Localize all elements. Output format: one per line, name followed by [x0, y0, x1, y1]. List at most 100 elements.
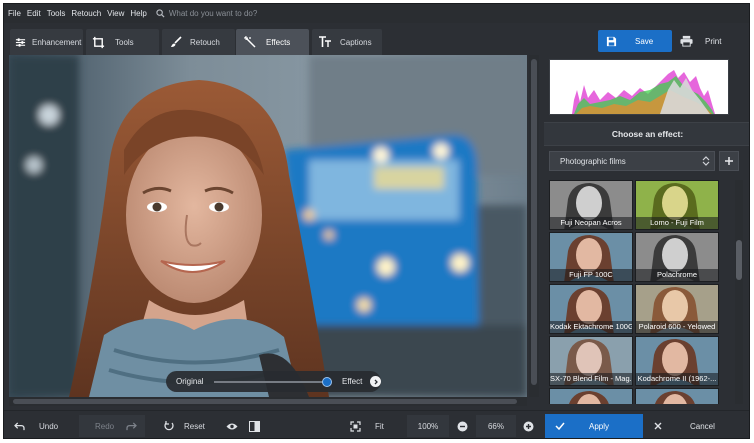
printer-icon: [680, 35, 693, 47]
scrollbar-thumb[interactable]: [531, 59, 537, 385]
check-icon: [555, 422, 565, 430]
effect-thumbnail[interactable]: Lomo - Fuji Film: [635, 180, 719, 230]
add-effect-button[interactable]: [719, 151, 739, 171]
reset-label: Reset: [184, 421, 205, 431]
effect-preview-image: [636, 389, 718, 404]
magic-wand-icon: [244, 36, 256, 48]
tab-captions[interactable]: Captions: [312, 29, 382, 55]
compare-slider-track[interactable]: [213, 376, 333, 387]
menu-bar: File Edit Tools Retouch View Help What d…: [4, 4, 749, 23]
text-icon: [319, 36, 331, 47]
tab-label: Tools: [115, 37, 134, 47]
effect-thumbnail[interactable]: Fuji Neopan Acros: [549, 180, 633, 230]
scrollbar-thumb[interactable]: [736, 240, 742, 280]
portrait-photo: [9, 55, 527, 397]
plus-icon: [725, 157, 733, 165]
zoom-value-label: 66%: [487, 421, 504, 431]
search-icon: [156, 9, 165, 18]
canvas-vertical-scrollbar[interactable]: [529, 55, 539, 397]
canvas-horizontal-scrollbar[interactable]: [9, 397, 527, 406]
fit-button[interactable]: Fit: [346, 415, 404, 437]
preview-toggle-button[interactable]: [226, 415, 242, 437]
zoom-value[interactable]: 66%: [476, 415, 516, 437]
original-label: Original: [176, 377, 204, 386]
menu-edit[interactable]: Edit: [27, 9, 41, 18]
search-placeholder[interactable]: What do you want to do?: [169, 9, 258, 18]
crop-icon: [92, 36, 105, 48]
effect-thumbnail-label: Kodachrome II (1962-...: [636, 373, 718, 385]
menu-tools[interactable]: Tools: [47, 9, 66, 18]
tab-retouch[interactable]: Retouch: [162, 29, 235, 55]
tab-effects[interactable]: Effects: [236, 29, 309, 55]
close-icon: [654, 422, 662, 430]
apply-button[interactable]: Apply: [545, 414, 643, 438]
eye-icon: [226, 423, 238, 429]
effect-thumbnail[interactable]: [635, 388, 719, 404]
effects-panel-title: Choose an effect:: [544, 122, 749, 146]
bottom-toolbar: Undo Redo Reset Fit 100% 66% Apply Cance…: [4, 410, 749, 438]
app-window: File Edit Tools Retouch View Help What d…: [3, 3, 750, 439]
zoom-100-button[interactable]: 100%: [407, 415, 449, 437]
reset-icon: [164, 421, 174, 431]
save-button[interactable]: Save: [598, 30, 672, 52]
effect-thumbnail-label: Kodak Ektachrome 100G: [550, 321, 632, 333]
compare-view-button[interactable]: [249, 415, 265, 437]
effects-scrollbar[interactable]: [735, 180, 743, 404]
tab-label: Effects: [266, 37, 291, 47]
fit-label: Fit: [375, 421, 384, 431]
scrollbar-thumb[interactable]: [13, 399, 517, 404]
effect-thumbnail[interactable]: Kodachrome II (1962-...: [635, 336, 719, 386]
redo-button[interactable]: Redo: [79, 415, 145, 437]
tab-enhancement[interactable]: Enhancement: [10, 29, 83, 55]
cancel-button[interactable]: Cancel: [646, 414, 746, 438]
zoom-in-button[interactable]: [520, 415, 536, 437]
effect-category-value: Photographic films: [560, 156, 626, 166]
effect-thumbnail[interactable]: Fuji FP 100C: [549, 232, 633, 282]
cancel-label: Cancel: [690, 421, 715, 431]
redo-label: Redo: [95, 421, 115, 431]
effect-thumbnail-label: Fuji Neopan Acros: [550, 217, 632, 229]
effect-thumbnail[interactable]: Polachrome: [635, 232, 719, 282]
menu-retouch[interactable]: Retouch: [71, 9, 101, 18]
compare-slider-bar: Original Effect: [166, 371, 381, 392]
save-label: Save: [635, 36, 654, 46]
brush-icon: [171, 36, 182, 47]
print-label: Print: [705, 36, 722, 46]
menu-help[interactable]: Help: [130, 9, 146, 18]
main-toolbar: Enhancement Tools Retouch Effects Captio…: [4, 26, 749, 55]
effect-thumbnails-grid: Fuji Neopan Acros Lomo - Fuji Film Fuji FP…: [549, 180, 735, 404]
effect-thumbnail-label: Polachrome: [636, 269, 718, 281]
effect-label: Effect: [342, 377, 363, 386]
floppy-disk-icon: [606, 36, 617, 46]
effect-thumbnail-label: Fuji FP 100C: [550, 269, 632, 281]
tab-label: Enhancement: [32, 37, 82, 47]
effect-thumbnail[interactable]: Polaroid 600 - Yelowed: [635, 284, 719, 334]
undo-icon: [14, 421, 25, 430]
minus-circle-icon: [457, 421, 467, 431]
chevron-up-down-icon: [702, 156, 710, 166]
menu-view[interactable]: View: [107, 9, 124, 18]
undo-button[interactable]: Undo: [10, 415, 76, 437]
sliders-icon: [15, 37, 26, 47]
effect-thumbnail-label: SX-70 Blend Film - Mag...: [550, 373, 632, 385]
zoom-out-button[interactable]: [454, 415, 470, 437]
effect-category-select[interactable]: Photographic films: [549, 151, 715, 171]
fit-screen-icon: [350, 420, 361, 432]
redo-icon: [126, 421, 138, 430]
search-box[interactable]: What do you want to do?: [156, 9, 258, 18]
tab-label: Retouch: [190, 37, 220, 47]
chevron-right-icon[interactable]: [370, 376, 381, 387]
undo-label: Undo: [39, 421, 59, 431]
reset-button[interactable]: Reset: [160, 415, 222, 437]
photo-canvas[interactable]: [9, 55, 527, 397]
effect-thumbnail[interactable]: SX-70 Blend Film - Mag...: [549, 336, 633, 386]
menu-file[interactable]: File: [8, 9, 21, 18]
effect-thumbnail[interactable]: Kodak Ektachrome 100G: [549, 284, 633, 334]
tab-tools[interactable]: Tools: [86, 29, 159, 55]
compare-slider-handle[interactable]: [322, 376, 333, 387]
tab-label: Captions: [340, 37, 372, 47]
apply-label: Apply: [589, 421, 610, 431]
print-button[interactable]: Print: [676, 30, 736, 52]
effect-thumbnail[interactable]: [549, 388, 633, 404]
histogram: [549, 59, 729, 115]
